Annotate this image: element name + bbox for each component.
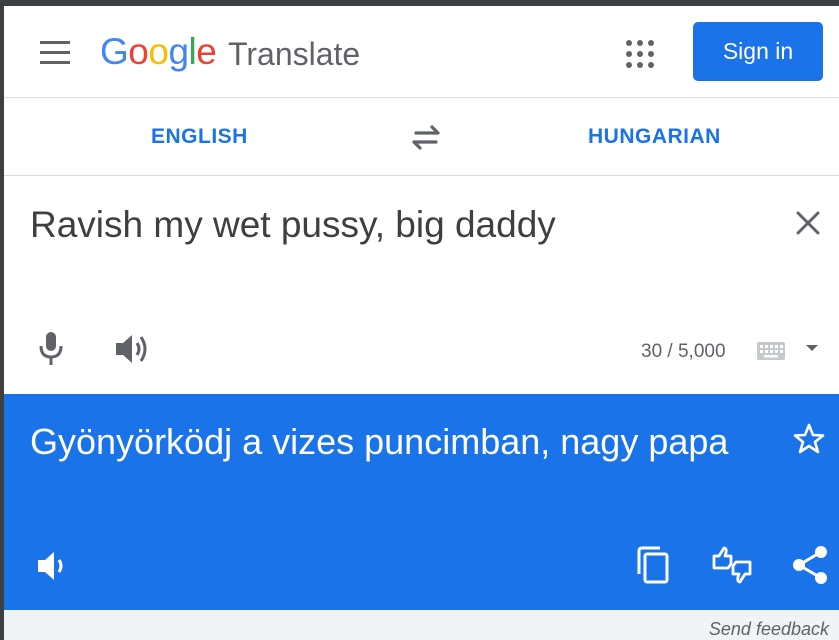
- logo-letter: o: [128, 31, 149, 72]
- logo-letter: o: [148, 31, 169, 72]
- footer: Send feedback: [4, 610, 839, 640]
- sign-in-button[interactable]: Sign in: [693, 22, 823, 81]
- app-header: Google Translate Sign in: [4, 6, 839, 98]
- source-language-selector[interactable]: ENGLISH: [151, 124, 248, 150]
- keyboard-icon[interactable]: [756, 341, 786, 361]
- translation-text: Gyönyörködj a vizes puncimban, nagy papa: [30, 421, 729, 462]
- speaker-icon[interactable]: [34, 548, 74, 584]
- source-text[interactable]: Ravish my wet pussy, big daddy: [30, 203, 556, 247]
- target-language-selector[interactable]: HUNGARIAN: [588, 124, 721, 150]
- source-input-area[interactable]: Ravish my wet pussy, big daddy 30 / 5,00…: [4, 177, 839, 394]
- microphone-icon[interactable]: [36, 329, 66, 367]
- translate-app: Google Translate Sign in ENGLISH HUNGARI…: [4, 6, 839, 640]
- swap-arrows-icon[interactable]: [404, 118, 448, 156]
- dropdown-arrow-icon[interactable]: [804, 341, 820, 353]
- send-feedback-link[interactable]: Send feedback: [709, 618, 829, 640]
- rate-translation-icon[interactable]: [710, 544, 754, 586]
- google-logo[interactable]: Google: [100, 30, 217, 74]
- translation-output-area: Gyönyörködj a vizes puncimban, nagy papa: [4, 394, 839, 610]
- language-bar: ENGLISH HUNGARIAN: [4, 98, 839, 176]
- logo-letter: G: [100, 31, 129, 72]
- clear-icon[interactable]: [792, 207, 824, 239]
- apps-grid-icon[interactable]: [624, 38, 656, 70]
- hamburger-menu-icon[interactable]: [36, 38, 72, 66]
- share-icon[interactable]: [790, 544, 830, 586]
- speaker-icon[interactable]: [112, 331, 152, 367]
- star-icon[interactable]: [792, 422, 826, 456]
- copy-icon[interactable]: [634, 544, 672, 586]
- logo-letter: g: [168, 31, 189, 72]
- logo-letter: e: [196, 31, 217, 72]
- product-name: Translate: [228, 36, 361, 72]
- character-count: 30 / 5,000: [641, 341, 726, 362]
